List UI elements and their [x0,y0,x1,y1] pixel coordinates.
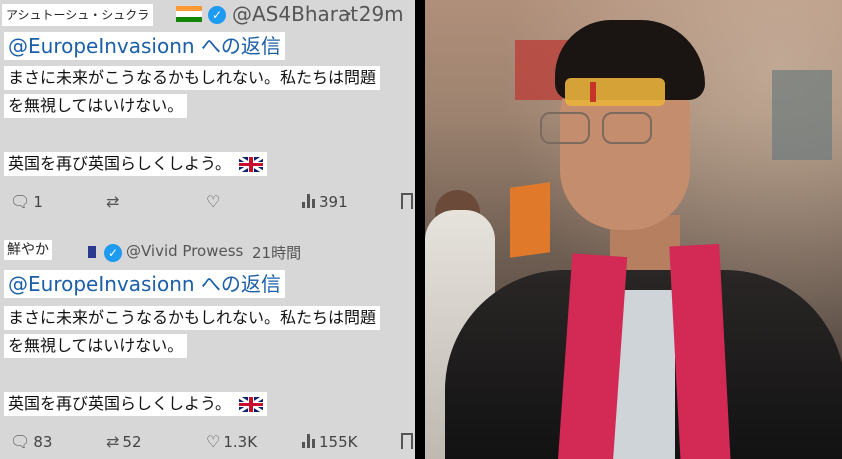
tweet-screenshots-panel: アシュトーシュ・シュクラ ✓ @AS4Bharat · 29m @EuropeI… [0,0,415,459]
reply-button[interactable]: 🗨 1 [10,189,43,215]
views-count: 391 [319,193,348,211]
views-button[interactable]: 391 [302,189,348,215]
like-count: 1.3K [223,433,258,451]
like-button[interactable]: ♡ [206,189,223,215]
flag-icon [88,246,96,258]
reply-count: 83 [33,433,53,451]
tweet-text: 英国を再び英国らしくしよう。 [8,394,232,413]
verified-badge-icon: ✓ [208,6,226,24]
tweet-text-line: 英国を再び英国らしくしよう。 [4,392,268,416]
uk-flag-icon [239,157,264,172]
forehead-tilak-mark [590,82,596,102]
retweet-button[interactable]: ⇄ 52 [106,429,142,455]
views-count: 155K [319,433,358,451]
reply-icon: 🗨 [10,192,31,211]
forehead-tilak [565,78,665,106]
timestamp[interactable]: 21時間 [252,242,301,263]
tweet-actions: 🗨 83 ⇄ 52 ♡ 1.3K 155K [0,429,415,455]
reply-count: 1 [33,193,43,211]
tweet-1: アシュトーシュ・シュクラ ✓ @AS4Bharat · 29m @EuropeI… [0,0,415,232]
eyeglasses [540,112,680,146]
india-flag-icon [176,6,202,22]
uk-flag-icon [239,397,264,412]
tweet-2: 鮮やか ✓ @Vivid Prowess 21時間 @EuropeInvasio… [0,232,415,459]
tweet-text-line: 英国を再び英国らしくしよう。 [4,152,268,176]
handle[interactable]: @AS4Bharat [232,2,358,26]
panel-divider [415,0,425,459]
bookmark-icon[interactable] [401,433,413,449]
timestamp[interactable]: · 29m [346,2,404,26]
display-name[interactable]: 鮮やか [4,240,52,260]
tweet-text-line: まさに未来がこうなるかもしれない。私たちは問題 [4,66,381,90]
reply-to-link[interactable]: @EuropeInvasionn への返信 [4,32,285,60]
tweet-text-line: を無視してはいけない。 [4,334,188,358]
verified-badge-icon: ✓ [104,244,122,262]
tweet-text-line: を無視してはいけない。 [4,94,188,118]
saffron-flag [510,182,550,258]
tweet-text-line: まさに未来がこうなるかもしれない。私たちは問題 [4,306,381,330]
views-icon [302,194,316,208]
background-window [772,70,832,160]
tweet-text: 英国を再び英国らしくしよう。 [8,154,232,173]
retweet-button[interactable]: ⇄ [106,189,122,215]
profile-photo [425,0,842,459]
tweet-header: アシュトーシュ・シュクラ ✓ @AS4Bharat · 29m [0,0,415,30]
display-name[interactable]: アシュトーシュ・シュクラ [2,4,154,26]
heart-icon: ♡ [206,432,221,451]
views-icon [302,434,316,448]
reply-to-link[interactable]: @EuropeInvasionn への返信 [4,270,285,298]
tweet-actions: 🗨 1 ⇄ ♡ 391 [0,189,415,215]
retweet-icon: ⇄ [106,192,120,211]
views-button[interactable]: 155K [302,429,357,455]
bookmark-icon[interactable] [401,193,413,209]
retweet-icon: ⇄ [106,432,120,451]
like-button[interactable]: ♡ 1.3K [206,429,257,455]
handle[interactable]: @Vivid Prowess [126,242,243,260]
reply-icon: 🗨 [10,432,31,451]
tweet-header: 鮮やか ✓ @Vivid Prowess 21時間 [0,232,415,262]
reply-button[interactable]: 🗨 83 [10,429,52,455]
retweet-count: 52 [122,433,142,451]
heart-icon: ♡ [206,192,221,211]
